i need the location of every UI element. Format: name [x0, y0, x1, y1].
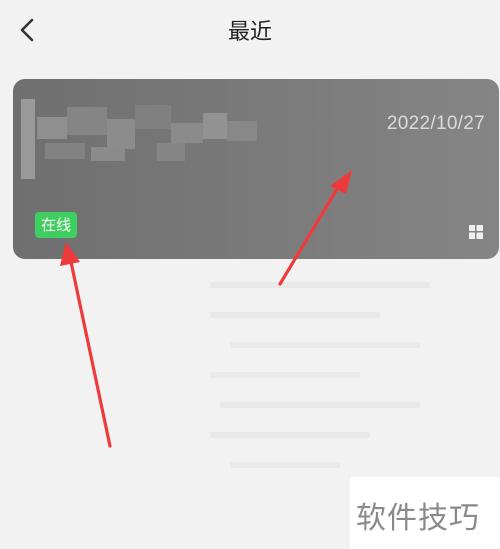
faded-text-line: [230, 462, 340, 468]
windows-icon: [469, 225, 483, 239]
watermark-text: 软件技巧: [356, 501, 480, 536]
device-card[interactable]: 2022/10/27 在线: [13, 79, 499, 259]
faded-text-line: [210, 432, 370, 438]
faded-text-line: [210, 312, 380, 318]
online-status-badge: 在线: [35, 212, 78, 238]
faded-text-line: [210, 372, 360, 378]
faded-text-line: [210, 282, 430, 288]
red-arrow-to-status: [60, 242, 112, 448]
faded-text-line: [230, 342, 420, 348]
page-title: 最近: [227, 20, 272, 45]
device-name-blurred: [21, 99, 261, 179]
top-bar: 最近: [0, 0, 500, 64]
last-connected-date: 2022/10/27: [386, 113, 485, 134]
watermark: 软件技巧: [350, 477, 500, 549]
faded-text-line: [220, 402, 420, 408]
